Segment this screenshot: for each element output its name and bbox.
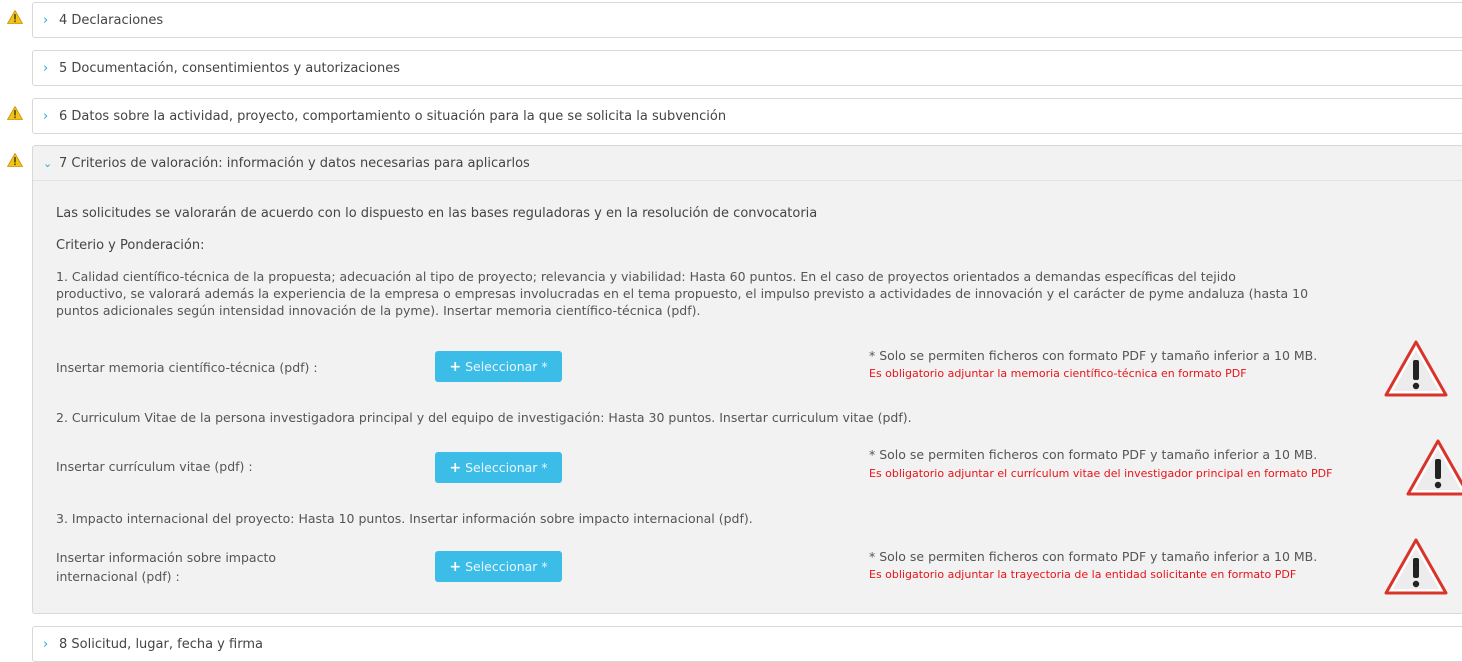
section-6-header[interactable]: › 6 Datos sobre la actividad, proyecto, … [33, 99, 1462, 133]
warning-triangle-icon [1384, 340, 1448, 397]
criteria-item-1-line-2: productivo, se valorará además la experi… [56, 286, 1309, 301]
chevron-right-icon: › [43, 108, 49, 124]
criteria-item-2: 2. Curriculum Vitae de la persona invest… [56, 410, 912, 425]
cv-error: Es obligatorio adjuntar el currículum vi… [869, 467, 1333, 480]
impacto-select-label: Seleccionar * [465, 559, 548, 574]
criteria-item-1-line-3: puntos adicionales según intensidad inno… [56, 303, 701, 318]
cv-select-label: Seleccionar * [465, 460, 548, 475]
section-5-panel: › 5 Documentación, consentimientos y aut… [32, 50, 1462, 86]
criteria-intro: Las solicitudes se valorarán de acuerdo … [56, 206, 818, 221]
impacto-upload-label-line-2: internacional (pdf) : [56, 569, 180, 584]
section-7-title: 7 Criterios de valoración: información y… [59, 155, 530, 171]
section-4-header[interactable]: › 4 Declaraciones [33, 3, 1462, 37]
memoria-select-button[interactable]: + Seleccionar * [435, 351, 562, 382]
chevron-right-icon: › [43, 636, 49, 652]
chevron-right-icon: › [43, 12, 49, 28]
cv-select-button[interactable]: + Seleccionar * [435, 452, 562, 483]
warning-icon [7, 106, 23, 120]
section-7-panel: ⌄ 7 Criterios de valoración: información… [32, 145, 1462, 614]
section-4-title: 4 Declaraciones [59, 12, 164, 28]
impacto-error: Es obligatorio adjuntar la trayectoria d… [869, 568, 1297, 581]
section-8-title: 8 Solicitud, lugar, fecha y firma [59, 636, 263, 652]
memoria-select-label: Seleccionar * [465, 359, 548, 374]
memoria-format-note: * Solo se permiten ficheros con formato … [869, 348, 1318, 363]
section-8-header[interactable]: › 8 Solicitud, lugar, fecha y firma [33, 627, 1462, 661]
section-8-panel: › 8 Solicitud, lugar, fecha y firma [32, 626, 1462, 662]
warning-triangle-icon [1406, 439, 1462, 496]
impacto-upload-label-line-1: Insertar información sobre impacto [56, 550, 277, 565]
criteria-item-1-line-1: 1. Calidad científico-técnica de la prop… [56, 269, 1236, 284]
section-7-header[interactable]: ⌄ 7 Criterios de valoración: información… [33, 146, 1462, 181]
memoria-error: Es obligatorio adjuntar la memoria cient… [869, 367, 1247, 380]
plus-icon: + [449, 459, 462, 476]
criteria-item-3: 3. Impacto internacional del proyecto: H… [56, 511, 753, 526]
cv-upload-label: Insertar currículum vitae (pdf) : [56, 459, 253, 474]
warning-triangle-icon [1384, 538, 1448, 595]
section-5-title: 5 Documentación, consentimientos y autor… [59, 60, 401, 76]
chevron-down-icon: ⌄ [43, 156, 53, 170]
impacto-format-note: * Solo se permiten ficheros con formato … [869, 549, 1318, 564]
plus-icon: + [449, 558, 462, 575]
section-6-panel: › 6 Datos sobre la actividad, proyecto, … [32, 98, 1462, 134]
section-4-panel: › 4 Declaraciones [32, 2, 1462, 38]
cv-format-note: * Solo se permiten ficheros con formato … [869, 447, 1318, 462]
plus-icon: + [449, 358, 462, 375]
impacto-upload-label: Insertar información sobre impacto inter… [56, 548, 276, 586]
criteria-item-1: 1. Calidad científico-técnica de la prop… [56, 268, 1308, 319]
chevron-right-icon: › [43, 60, 49, 76]
section-6-title: 6 Datos sobre la actividad, proyecto, co… [59, 108, 727, 124]
criteria-heading: Criterio y Ponderación: [56, 238, 205, 253]
memoria-upload-label: Insertar memoria científico-técnica (pdf… [56, 360, 318, 375]
section-5-header[interactable]: › 5 Documentación, consentimientos y aut… [33, 51, 1462, 85]
warning-icon [7, 153, 23, 167]
impacto-select-button[interactable]: + Seleccionar * [435, 551, 562, 582]
warning-icon [7, 10, 23, 24]
